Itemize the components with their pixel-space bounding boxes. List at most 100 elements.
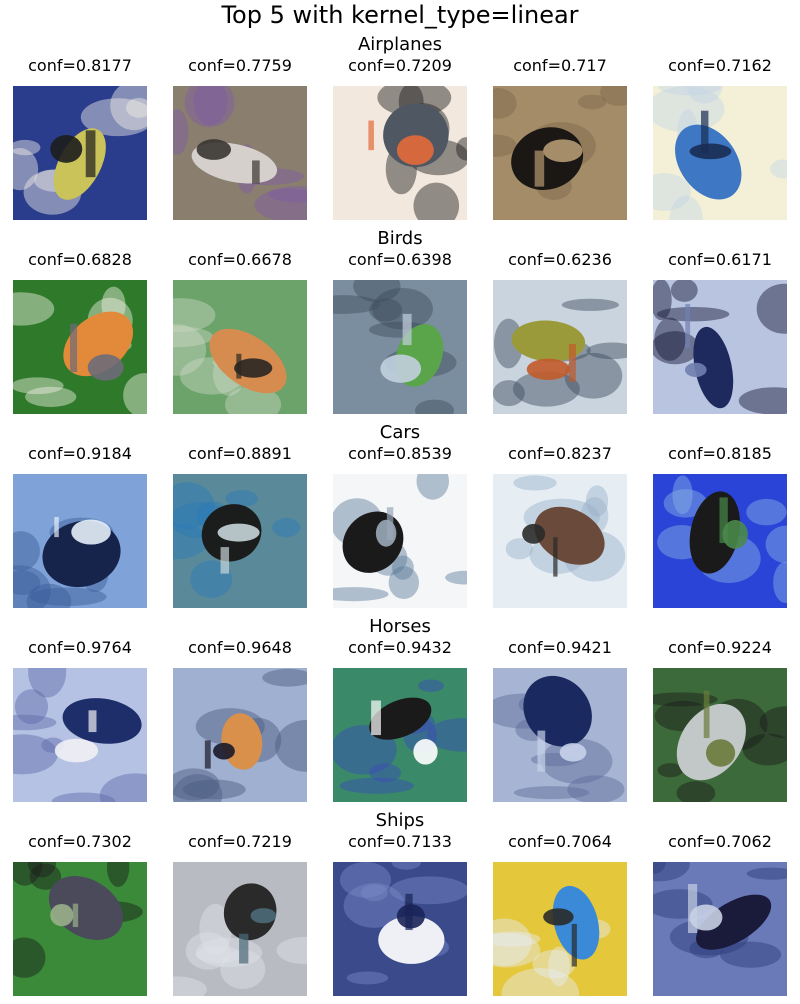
result-cell: conf=0.8891: [160, 444, 320, 616]
confidence-label: conf=0.7133: [348, 832, 452, 851]
metal-object-upside-down-image: [173, 862, 307, 996]
toy-cars-upside-down-image: [493, 862, 627, 996]
blue-bird-upside-down-image: [653, 86, 787, 220]
thumbnail-image: [173, 86, 307, 220]
result-cell: conf=0.7133: [320, 832, 480, 1004]
confidence-label: conf=0.9224: [668, 638, 772, 657]
confidence-label: conf=0.7219: [188, 832, 292, 851]
result-cell: conf=0.7302: [0, 832, 160, 1004]
confidence-label: conf=0.8185: [668, 444, 772, 463]
thumbnail-image: [173, 862, 307, 996]
result-cell: conf=0.9224: [640, 638, 800, 810]
confidence-label: conf=0.717: [513, 56, 607, 75]
figure: Top 5 with kernel_type=linear Airplanes c…: [0, 0, 800, 1000]
airliner-silhouette-image: [493, 86, 627, 220]
table-structure-upside-down-image: [173, 474, 307, 608]
blue-birds-upside-down-image: [653, 280, 787, 414]
thumbnail-image: [333, 668, 467, 802]
confidence-label: conf=0.9648: [188, 638, 292, 657]
result-cell: conf=0.7062: [640, 832, 800, 1004]
section-title: Birds: [377, 228, 423, 249]
thumbnail-image: [13, 280, 147, 414]
thumbnail-image: [13, 668, 147, 802]
result-cell: conf=0.7219: [160, 832, 320, 1004]
confidence-label: conf=0.7302: [28, 832, 132, 851]
thumbnail-image: [173, 474, 307, 608]
result-cell: conf=0.7162: [640, 56, 800, 228]
hanging-bird-image: [653, 668, 787, 802]
thumbnail-image: [333, 280, 467, 414]
bird-leaves-image: [173, 668, 307, 802]
horses-upside-down-image: [493, 668, 627, 802]
car-upside-down-image: [333, 474, 467, 608]
confidence-label: conf=0.9432: [348, 638, 452, 657]
thumbnail-image: [13, 474, 147, 608]
result-cell: conf=0.8237: [480, 444, 640, 616]
result-cell: conf=0.7209: [320, 56, 480, 228]
fighter-plane-image: [333, 86, 467, 220]
section-ships: Ships conf=0.7302 conf=0.7219 conf=0.7133 co…: [0, 810, 800, 1004]
result-cell: conf=0.717: [480, 56, 640, 228]
confidence-label: conf=0.8539: [348, 444, 452, 463]
confidence-label: conf=0.7064: [508, 832, 612, 851]
thumbnail-image: [493, 862, 627, 996]
confidence-label: conf=0.9184: [28, 444, 132, 463]
confidence-label: conf=0.6171: [668, 250, 772, 269]
thumbnail-image: [493, 474, 627, 608]
result-cell: conf=0.9184: [0, 444, 160, 616]
green-parakeet-image: [333, 280, 467, 414]
section-horses: Horses conf=0.9764 conf=0.9648 conf=0.9432 c…: [0, 616, 800, 810]
blue-car-upside-down-image: [653, 474, 787, 608]
result-cell: conf=0.6236: [480, 250, 640, 422]
bird-hanging-image: [173, 280, 307, 414]
section-airplanes: Airplanes conf=0.8177 conf=0.7759 conf=0.72…: [0, 34, 800, 228]
thumbnail-image: [13, 862, 147, 996]
thumbnail-image: [493, 668, 627, 802]
result-cell: conf=0.8185: [640, 444, 800, 616]
thumbnail-image: [653, 668, 787, 802]
section-title: Airplanes: [357, 34, 443, 55]
building-upside-down-image: [173, 86, 307, 220]
result-cell: conf=0.9764: [0, 638, 160, 810]
result-cell: conf=0.8177: [0, 56, 160, 228]
section-birds: Birds conf=0.6828 conf=0.6678 conf=0.6398 co…: [0, 228, 800, 422]
thumbnail-image: [333, 862, 467, 996]
thumbnail-image: [333, 86, 467, 220]
confidence-label: conf=0.9421: [508, 638, 612, 657]
car-rotated-image: [493, 474, 627, 608]
confidence-label: conf=0.8177: [28, 56, 132, 75]
thumbnail-image: [493, 86, 627, 220]
result-cell: conf=0.9432: [320, 638, 480, 810]
boar-animal-image: [13, 862, 147, 996]
confidence-label: conf=0.6236: [508, 250, 612, 269]
confidence-label: conf=0.7162: [668, 56, 772, 75]
confidence-label: conf=0.6828: [28, 250, 132, 269]
confidence-label: conf=0.7209: [348, 56, 452, 75]
thumbnail-image: [13, 86, 147, 220]
confidence-label: conf=0.9764: [28, 638, 132, 657]
robin-upside-down-image: [13, 280, 147, 414]
thumbnail-image: [493, 280, 627, 414]
result-cell: conf=0.9648: [160, 638, 320, 810]
result-cell: conf=0.6171: [640, 250, 800, 422]
confidence-label: conf=0.7759: [188, 56, 292, 75]
blimp-upside-down-image: [13, 86, 147, 220]
colorful-bird-upside-down-image: [493, 280, 627, 414]
thumbnail-image: [653, 474, 787, 608]
section-title: Horses: [369, 616, 431, 637]
dark-horse-upside-down-image: [13, 668, 147, 802]
thumbnail-image: [653, 862, 787, 996]
confidence-label: conf=0.7062: [668, 832, 772, 851]
result-cell: conf=0.7064: [480, 832, 640, 1004]
section-title: Cars: [379, 422, 421, 443]
thumbnail-image: [653, 280, 787, 414]
result-cell: conf=0.6828: [0, 250, 160, 422]
horse-rider-upside-down-image: [13, 474, 147, 608]
section-cars: Cars conf=0.9184 conf=0.8891 conf=0.8539 con…: [0, 422, 800, 616]
striped-object-image: [333, 668, 467, 802]
white-bird-upside-down-image: [333, 862, 467, 996]
thumbnail-image: [173, 280, 307, 414]
figure-title: Top 5 with kernel_type=linear: [221, 1, 579, 29]
section-title: Ships: [375, 810, 425, 831]
thumbnail-image: [333, 474, 467, 608]
